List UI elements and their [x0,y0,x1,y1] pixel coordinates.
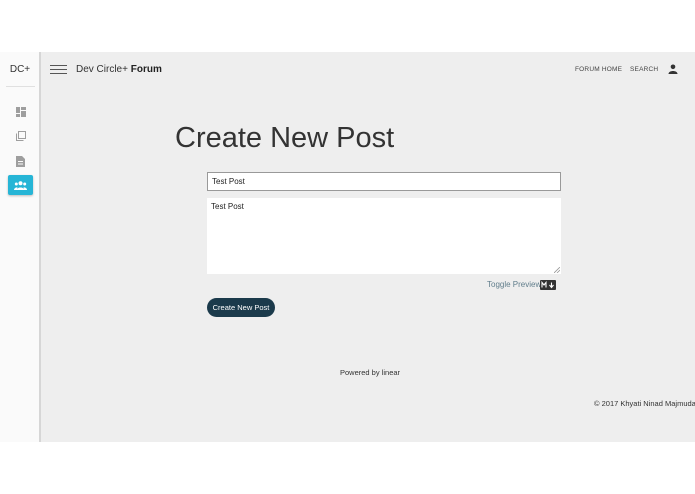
sidebar-item-documents[interactable] [8,151,33,171]
create-post-button[interactable]: Create New Post [207,298,275,317]
document-icon [16,155,25,167]
app-title: Dev Circle+ Forum [76,64,162,75]
library-icon [15,131,26,141]
brand-divider [6,86,35,87]
post-body-textarea[interactable]: Test Post [207,198,561,274]
forum-home-link[interactable]: FORUM HOME [575,66,622,73]
sidebar-item-dashboard[interactable] [8,102,33,122]
app-frame: DC+ Dev Circle+ Forum FORUM HOME SEARCH … [0,52,695,442]
brand-logo[interactable]: DC+ [0,64,40,75]
group-icon [14,180,27,190]
sidebar-item-forum[interactable] [8,175,33,195]
app-title-bold: Forum [130,64,162,75]
copyright-text: © 2017 Khyati Ninad Majmudar [594,399,695,408]
top-bar: Dev Circle+ Forum FORUM HOME SEARCH [43,52,695,88]
powered-by-text: Powered by linear [340,368,401,377]
sidebar: DC+ [0,52,41,442]
user-icon[interactable] [668,64,678,74]
post-title-input[interactable] [207,172,561,191]
menu-icon[interactable] [50,65,67,76]
page-title: Create New Post [175,122,395,154]
search-link[interactable]: SEARCH [630,66,658,73]
toggle-preview-link[interactable]: Toggle Preview [487,280,541,289]
resize-handle-icon[interactable] [554,267,560,273]
dashboard-icon [15,107,26,117]
sidebar-item-library[interactable] [8,126,33,146]
markdown-icon [540,280,556,290]
